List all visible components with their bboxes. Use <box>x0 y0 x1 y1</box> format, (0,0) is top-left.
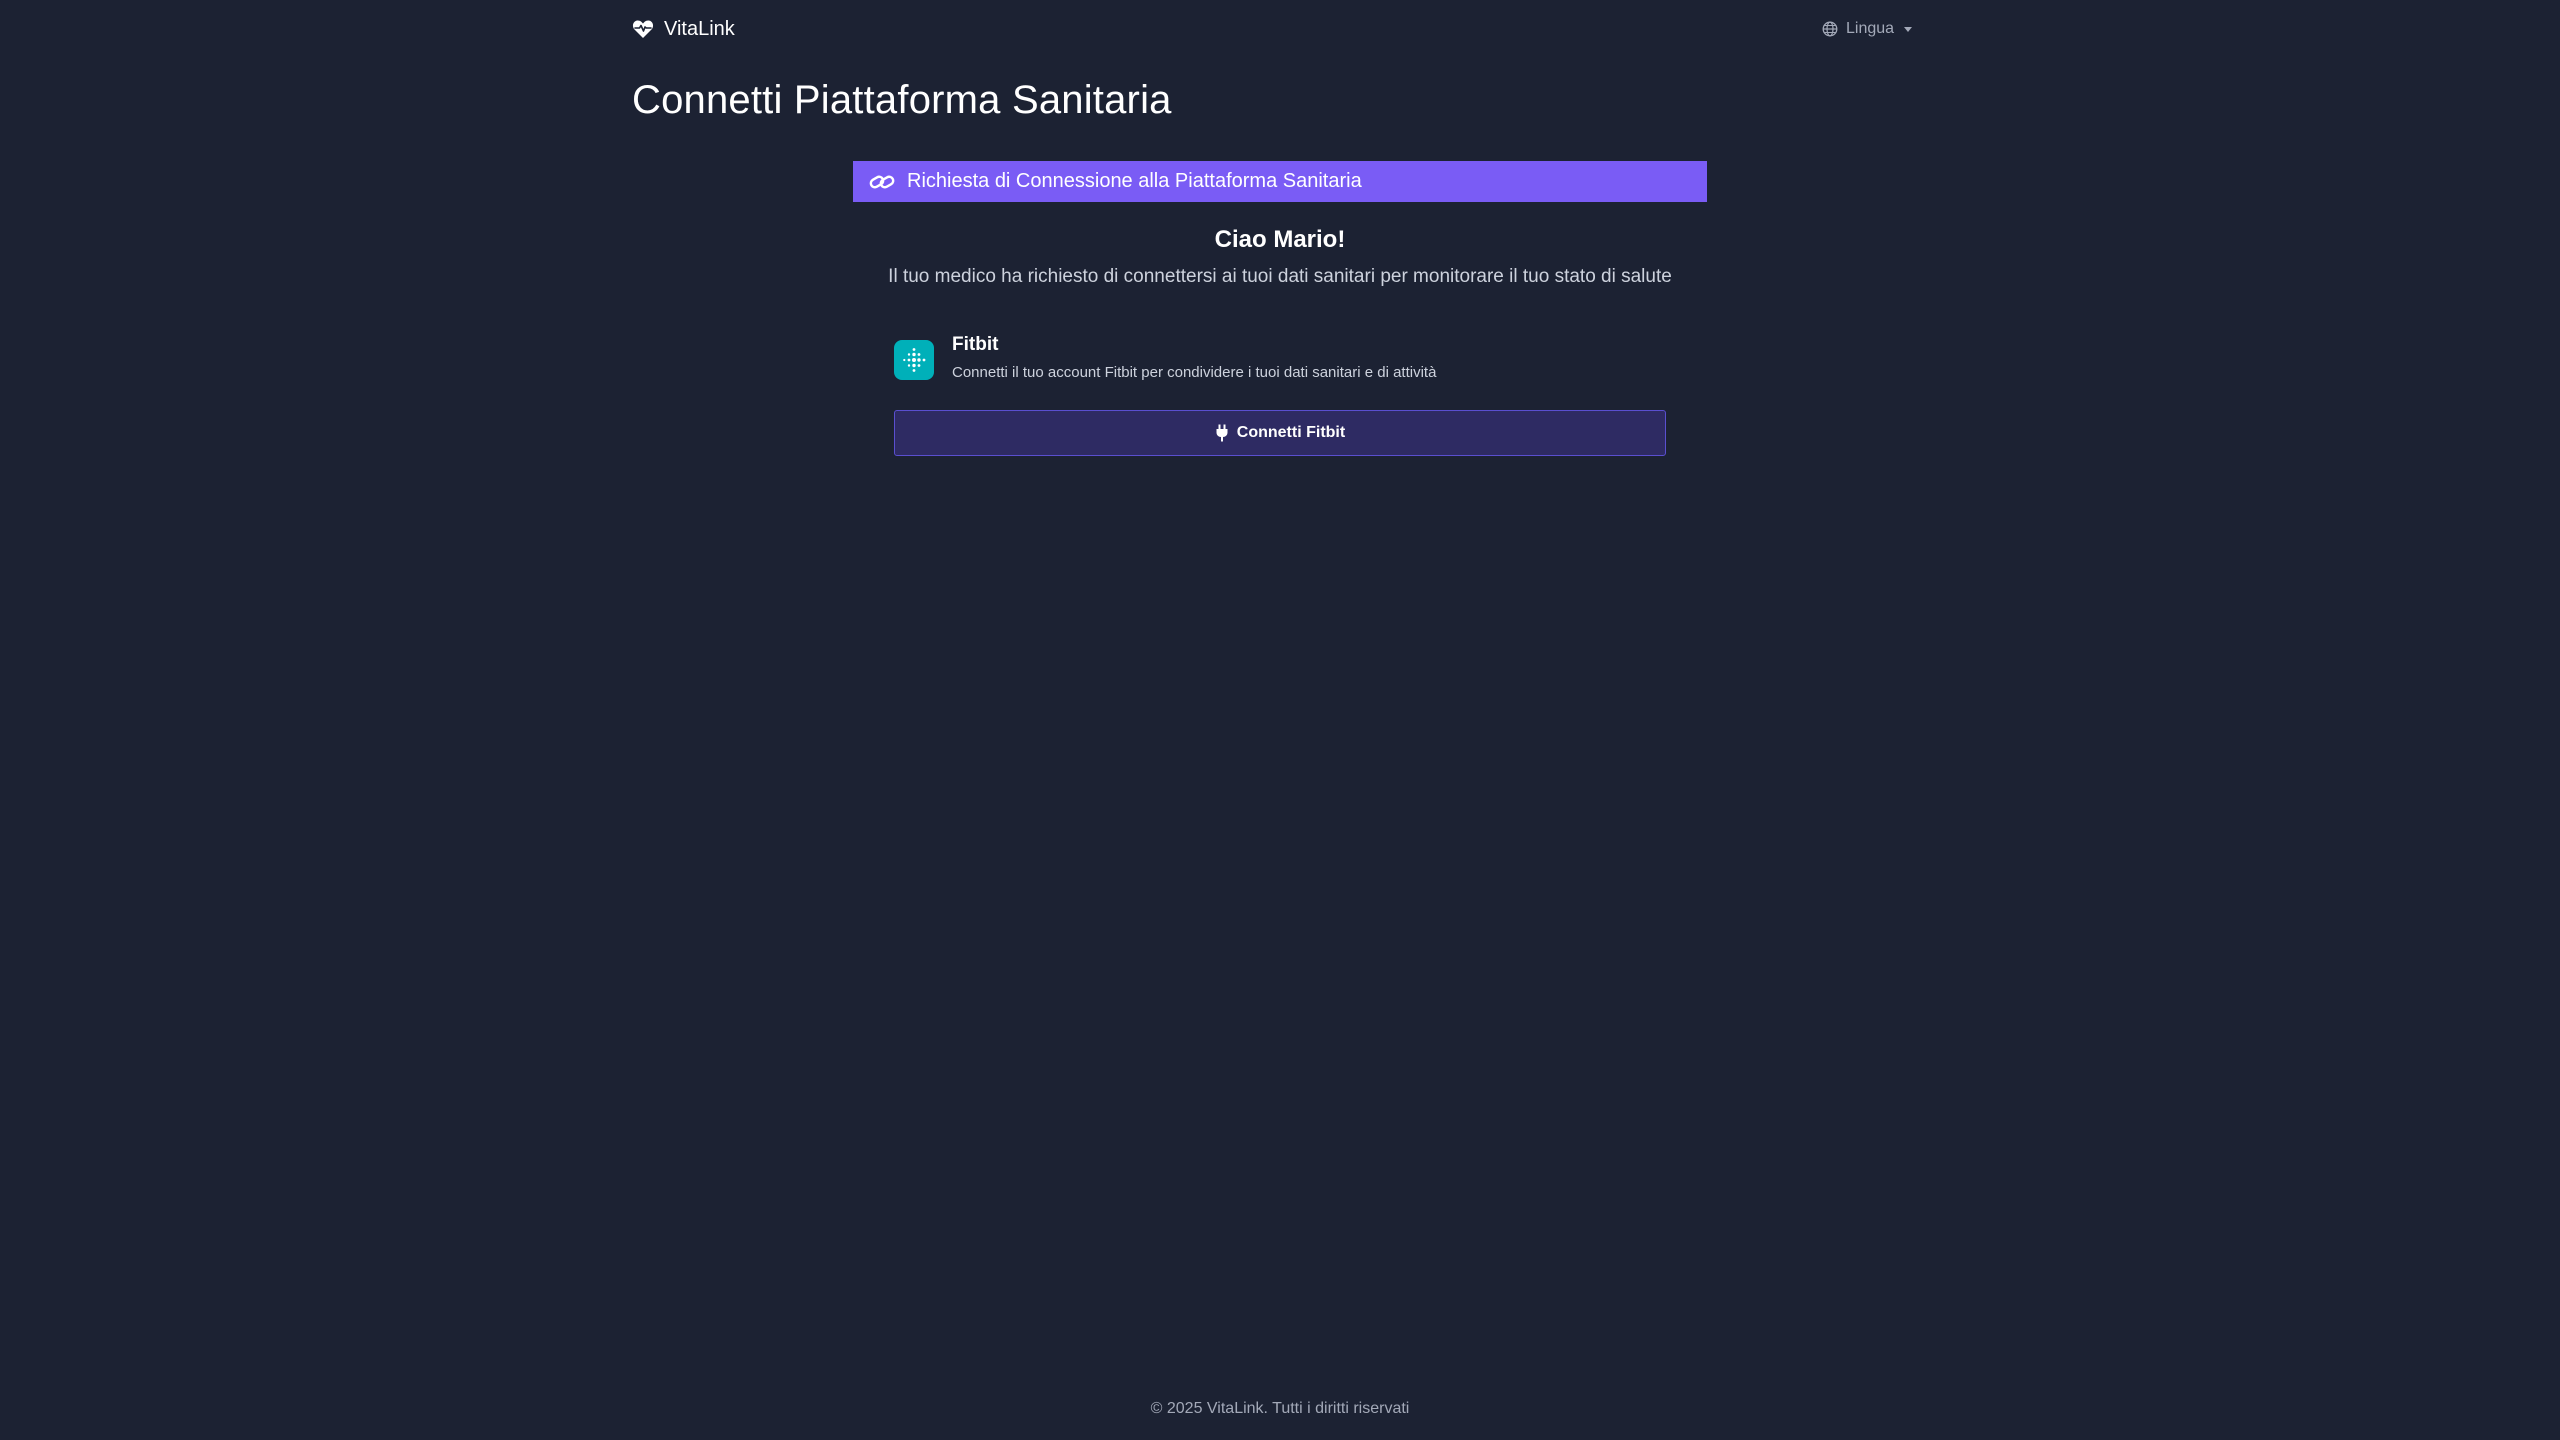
globe-icon <box>1822 21 1838 37</box>
language-label: Lingua <box>1846 20 1895 37</box>
platform-description: Connetti il tuo account Fitbit per condi… <box>952 364 1437 381</box>
footer-copyright: © 2025 VitaLink. Tutti i diritti riserva… <box>1150 1400 1410 1417</box>
request-description: Il tuo medico ha richiesto di connetters… <box>888 266 1672 287</box>
navbar: VitaLink Lingua <box>0 0 2560 58</box>
platform-name: Fitbit <box>952 334 999 355</box>
page-title: Connetti Piattaforma Sanitaria <box>632 78 1172 122</box>
card-header: Richiesta di Connessione alla Piattaform… <box>853 161 1707 202</box>
connect-fitbit-button[interactable]: Connetti Fitbit <box>894 410 1666 456</box>
link-icon <box>869 172 895 192</box>
plug-icon <box>1215 424 1229 442</box>
card-header-title: Richiesta di Connessione alla Piattaform… <box>907 170 1362 192</box>
fitbit-logo-icon <box>894 340 934 380</box>
language-dropdown[interactable]: Lingua <box>1822 16 1913 42</box>
brand-link[interactable]: VitaLink <box>632 14 735 44</box>
connect-button-label: Connetti Fitbit <box>1236 424 1346 441</box>
greeting: Ciao Mario! <box>1214 226 1346 253</box>
platform-item-fitbit: Fitbit Connetti il tuo account Fitbit pe… <box>894 334 1666 384</box>
brand-name: VitaLink <box>664 17 735 40</box>
heart-pulse-icon <box>632 19 654 39</box>
chevron-down-icon <box>1904 26 1913 32</box>
